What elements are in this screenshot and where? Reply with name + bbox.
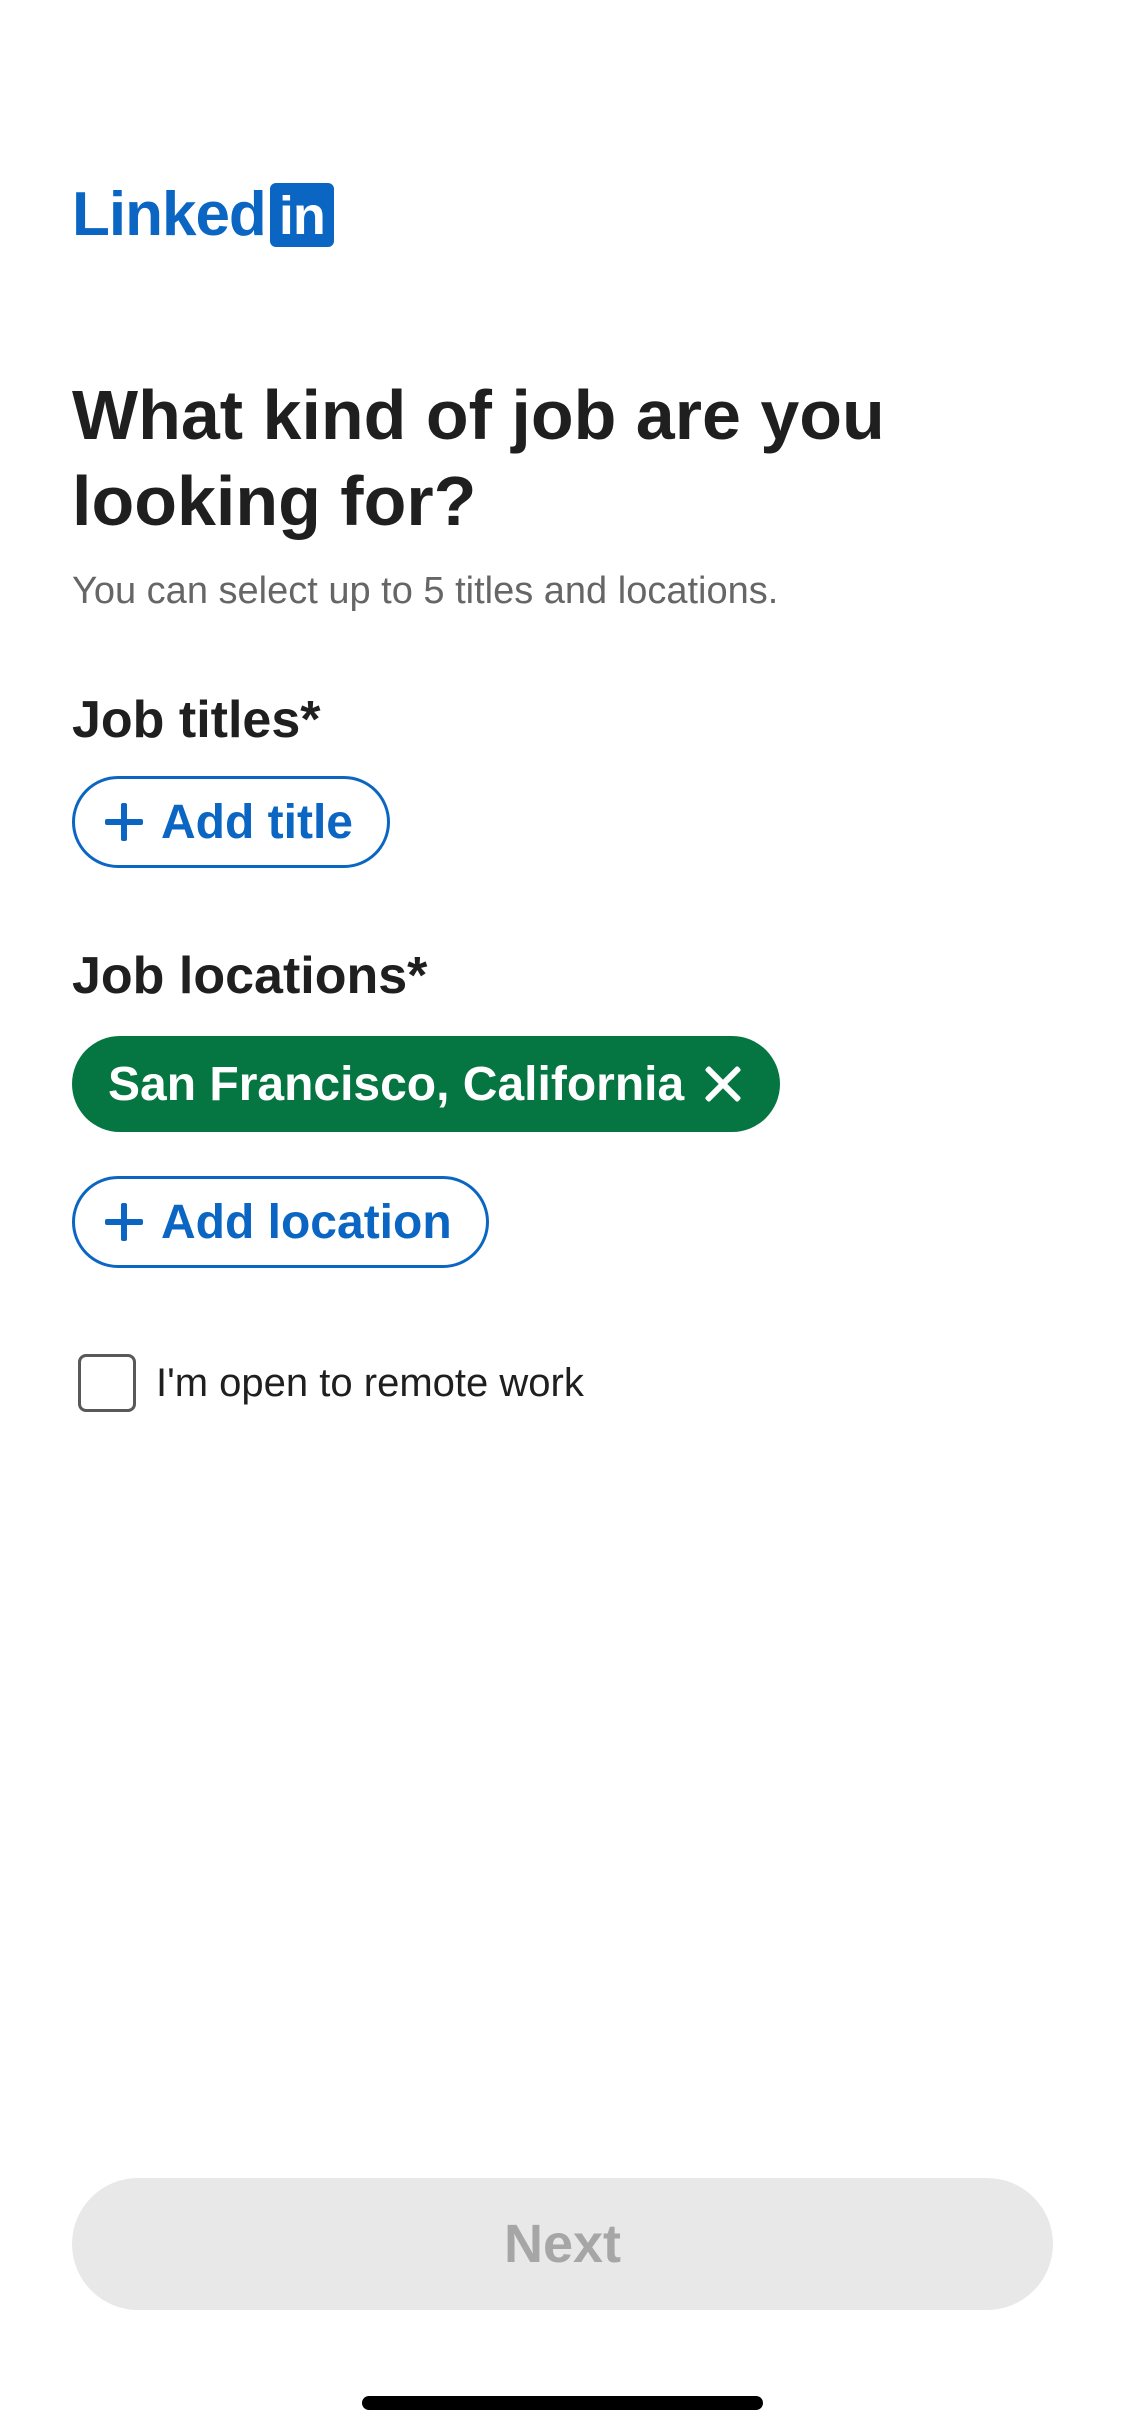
add-title-button[interactable]: Add title xyxy=(72,776,390,868)
add-title-label: Add title xyxy=(161,795,353,849)
remote-work-checkbox[interactable] xyxy=(78,1354,136,1412)
linkedin-logo: Linked in xyxy=(72,183,334,247)
home-indicator[interactable] xyxy=(362,2396,763,2410)
plus-icon xyxy=(105,1203,143,1241)
page-title: What kind of job are you looking for? xyxy=(72,376,885,540)
next-button-label: Next xyxy=(503,2214,622,2274)
remote-work-option[interactable]: I'm open to remote work xyxy=(78,1354,584,1412)
location-chip[interactable]: San Francisco, California xyxy=(72,1036,781,1132)
job-titles-label: Job titles* xyxy=(72,691,321,749)
logo-in-box: in xyxy=(269,183,334,247)
location-chip-label: San Francisco, California xyxy=(108,1057,685,1111)
logo-wordmark: Linked xyxy=(72,180,267,249)
job-locations-label: Job locations* xyxy=(72,947,428,1005)
add-location-button[interactable]: Add location xyxy=(72,1176,489,1268)
remote-work-label[interactable]: I'm open to remote work xyxy=(156,1361,584,1406)
add-location-label: Add location xyxy=(161,1195,452,1249)
plus-icon xyxy=(105,803,143,841)
page-subtitle: You can select up to 5 titles and locati… xyxy=(72,570,779,612)
next-button[interactable]: Next xyxy=(72,2178,1053,2310)
close-icon[interactable] xyxy=(704,1065,742,1103)
